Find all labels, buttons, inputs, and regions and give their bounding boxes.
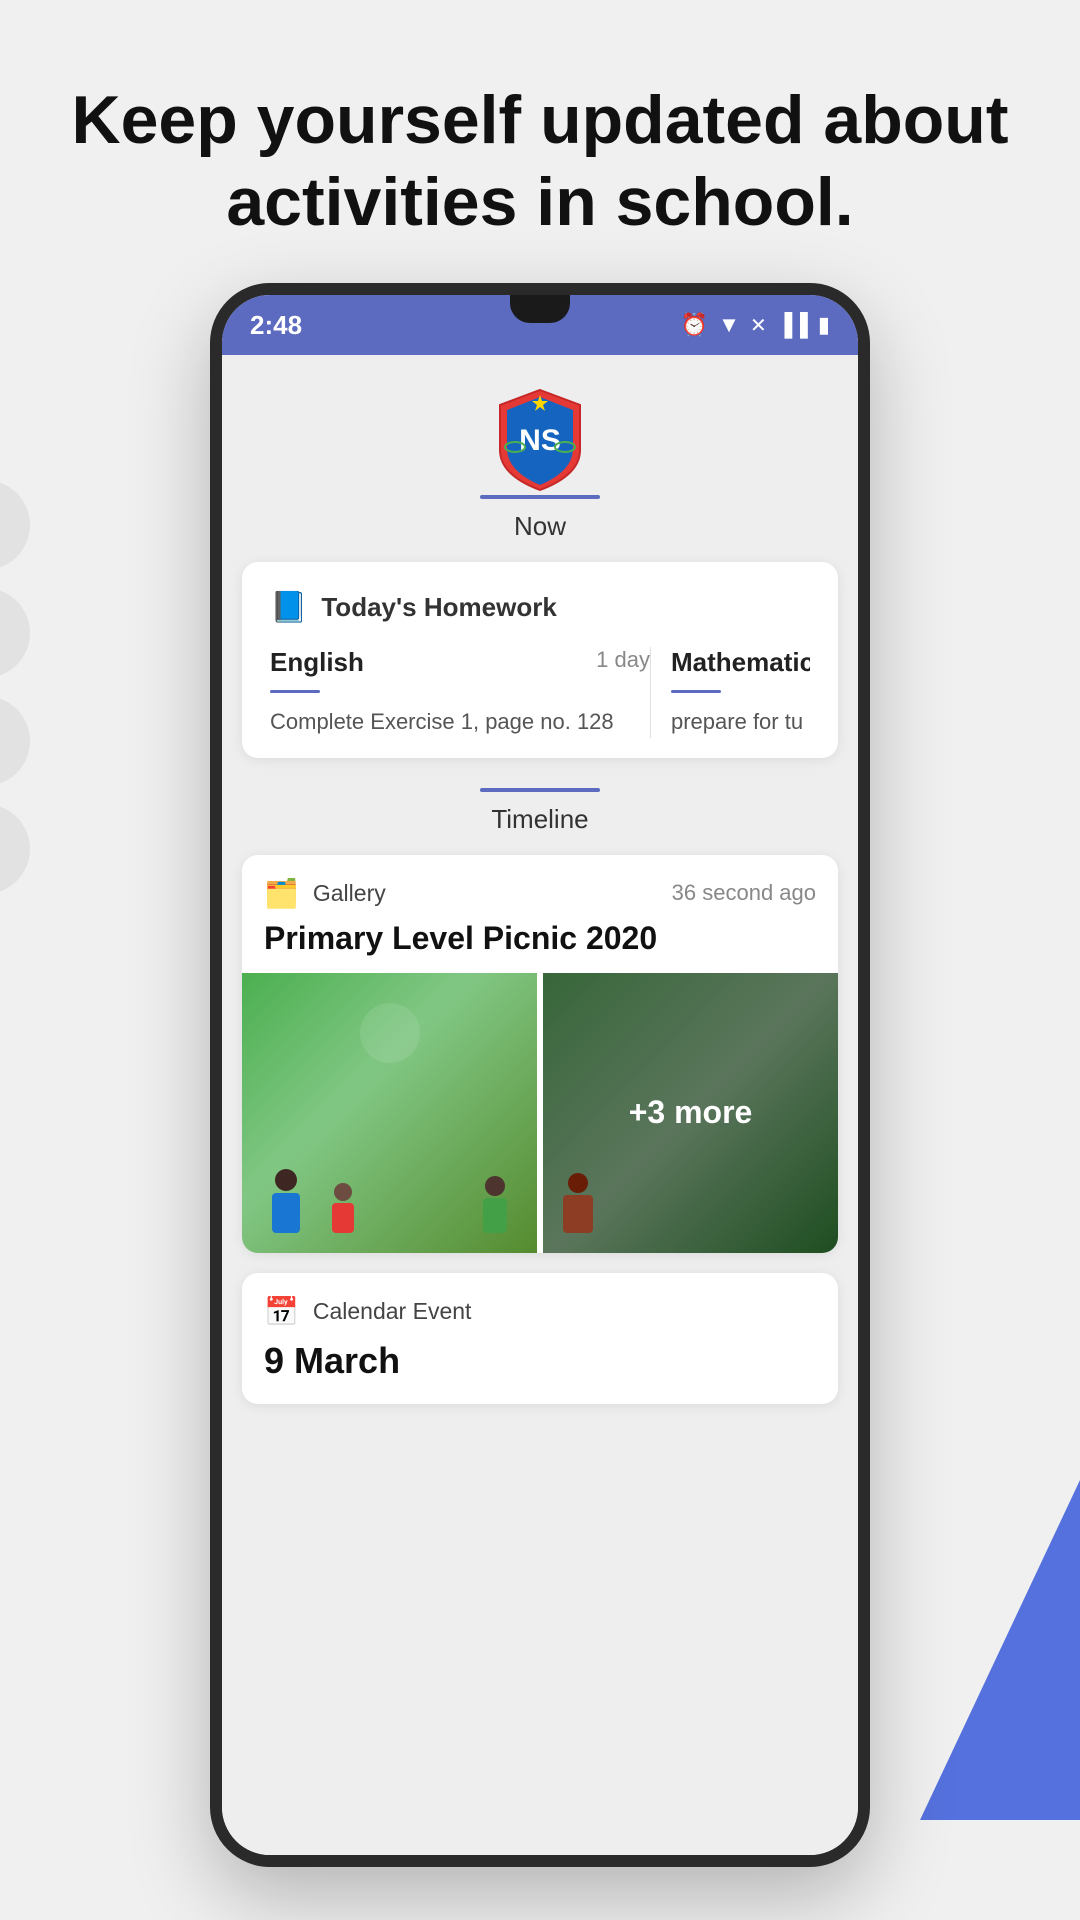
- math-row-top: Mathematic: [671, 647, 810, 684]
- school-logo-svg: NS: [490, 385, 590, 495]
- timeline-underline: [480, 788, 600, 792]
- calendar-event-card[interactable]: 📅 Calendar Event 9 March: [242, 1273, 838, 1404]
- math-underline: [671, 690, 721, 693]
- timeline-section: Timeline: [222, 778, 858, 855]
- english-underline: [270, 690, 320, 693]
- signal-x-icon: ✕: [750, 313, 767, 338]
- logo-underline: [480, 495, 600, 499]
- phone-mockup: 2:48 ⏰ ▼ ✕ ▐▐ ▮ NS: [0, 283, 1080, 1867]
- camera-notch: [510, 295, 570, 323]
- status-icons: ⏰ ▼ ✕ ▐▐ ▮: [681, 312, 830, 338]
- wifi-icon: ▼: [718, 312, 740, 338]
- status-time: 2:48: [250, 310, 302, 341]
- gallery-event-title: Primary Level Picnic 2020: [264, 920, 816, 957]
- gallery-time: 36 second ago: [672, 880, 816, 906]
- gallery-image-2: +3 more: [543, 973, 838, 1253]
- gallery-icon: 🗂️: [264, 877, 299, 910]
- more-images-overlay: +3 more: [543, 973, 838, 1253]
- battery-icon: ▮: [818, 312, 830, 338]
- english-days: 1 day: [596, 647, 650, 673]
- calendar-card-header: 📅 Calendar Event: [264, 1295, 816, 1328]
- homework-card-header: 📘 Today's Homework: [270, 590, 810, 625]
- svg-text:NS: NS: [519, 424, 561, 457]
- homework-icon: 📘: [270, 590, 307, 625]
- signal-bars-icon: ▐▐: [777, 312, 808, 338]
- homework-subject-english: English 1 day Complete Exercise 1, page …: [270, 647, 650, 738]
- timeline-label: Timeline: [491, 804, 588, 835]
- calendar-event-type: Calendar Event: [313, 1298, 472, 1325]
- alarm-icon: ⏰: [681, 312, 708, 338]
- homework-title: Today's Homework: [321, 592, 556, 623]
- now-label: Now: [514, 511, 566, 542]
- english-row-top: English 1 day: [270, 647, 650, 684]
- english-task: Complete Exercise 1, page no. 128: [270, 709, 614, 734]
- gallery-image-1: [242, 973, 537, 1253]
- english-subject-name: English: [270, 647, 364, 678]
- gallery-card[interactable]: 🗂️ Gallery 36 second ago Primary Level P…: [242, 855, 838, 1253]
- math-task: prepare for tu: [671, 709, 803, 734]
- homework-card: 📘 Today's Homework English 1 day Complet…: [242, 562, 838, 758]
- homework-subject-math: Mathematic prepare for tu: [650, 647, 810, 738]
- more-count: +3 more: [629, 1094, 753, 1131]
- calendar-icon: 📅: [264, 1295, 299, 1328]
- math-subject-name: Mathematic: [671, 647, 810, 678]
- page-header: Keep yourself updated about activities i…: [0, 0, 1080, 283]
- gallery-img-outdoor-1: [242, 973, 537, 1253]
- homework-columns: English 1 day Complete Exercise 1, page …: [270, 647, 810, 738]
- logo-section: NS Now: [222, 355, 858, 562]
- status-bar: 2:48 ⏰ ▼ ✕ ▐▐ ▮: [222, 295, 858, 355]
- gallery-type: Gallery: [313, 880, 386, 907]
- app-content: NS Now 📘 Today's Homework: [222, 355, 858, 1855]
- phone-frame: 2:48 ⏰ ▼ ✕ ▐▐ ▮ NS: [210, 283, 870, 1867]
- school-logo: NS: [490, 385, 590, 485]
- page-title: Keep yourself updated about activities i…: [60, 80, 1020, 243]
- calendar-event-date: 9 March: [264, 1340, 816, 1382]
- gallery-card-header: 🗂️ Gallery 36 second ago: [264, 877, 816, 910]
- gallery-images: +3 more: [242, 973, 838, 1253]
